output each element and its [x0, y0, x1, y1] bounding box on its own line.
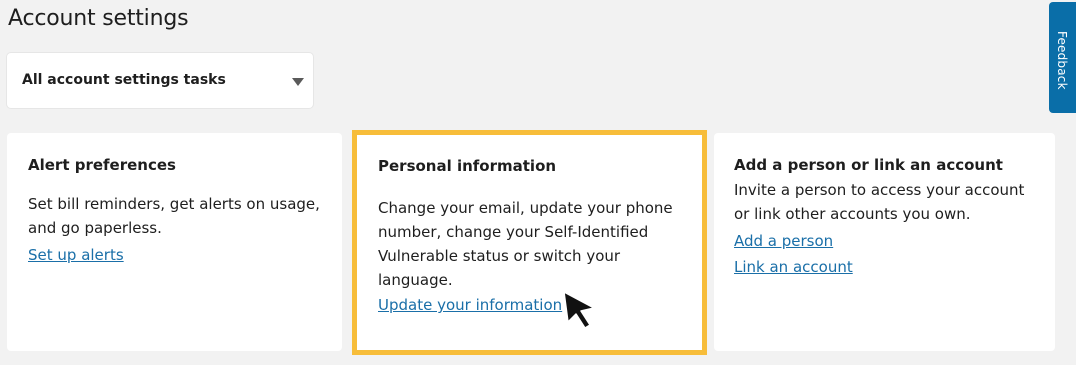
- caret-down-icon: [292, 78, 304, 86]
- update-your-information-link[interactable]: Update your information: [378, 296, 562, 314]
- card-title: Alert preferences: [28, 156, 176, 174]
- link-an-account-link[interactable]: Link an account: [734, 258, 853, 276]
- card-add-person-link-account: Add a person or link an account Invite a…: [714, 133, 1055, 351]
- page-title: Account settings: [8, 6, 189, 31]
- task-select-dropdown[interactable]: All account settings tasks: [7, 53, 313, 108]
- card-alert-preferences: Alert preferences Set bill reminders, ge…: [7, 133, 342, 351]
- card-title: Add a person or link an account: [734, 156, 1003, 174]
- set-up-alerts-link[interactable]: Set up alerts: [28, 246, 124, 264]
- feedback-label: Feedback: [1055, 31, 1069, 90]
- mouse-pointer-icon: [563, 291, 595, 329]
- card-description: Set bill reminders, get alerts on usage,…: [28, 195, 320, 237]
- task-select-value: All account settings tasks: [22, 72, 226, 88]
- feedback-tab[interactable]: Feedback: [1049, 2, 1076, 113]
- card-description: Invite a person to access your account o…: [734, 181, 1025, 223]
- card-title: Personal information: [378, 157, 557, 175]
- add-a-person-link[interactable]: Add a person: [734, 232, 833, 250]
- card-personal-information: Personal information Change your email, …: [352, 130, 707, 355]
- account-settings-page: Account settings All account settings ta…: [0, 0, 1076, 365]
- card-description: Change your email, update your phone num…: [378, 199, 673, 289]
